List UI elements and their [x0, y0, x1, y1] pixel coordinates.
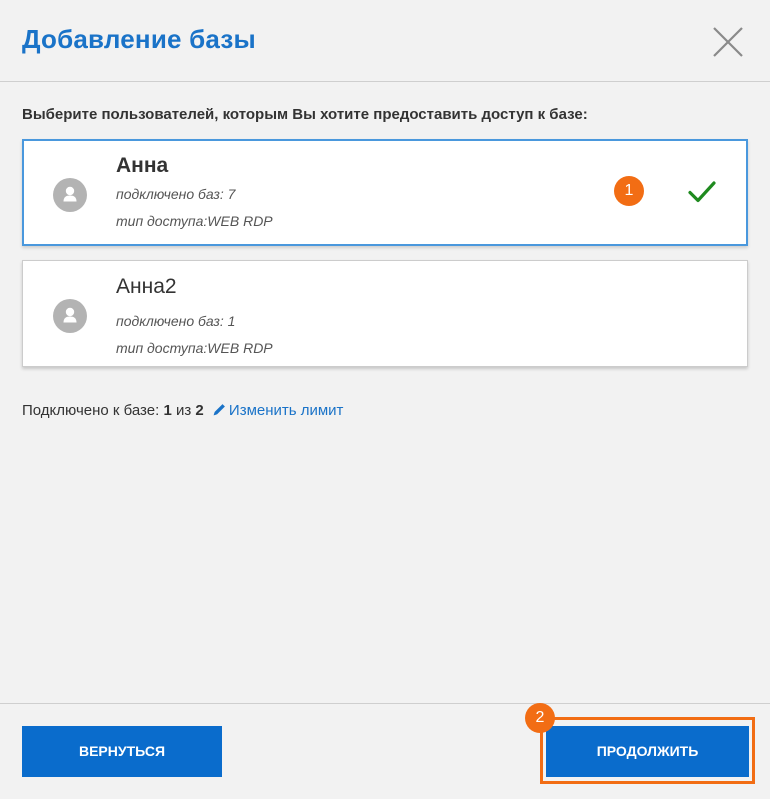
step-badge-1: 1: [614, 176, 644, 206]
check-icon: [688, 181, 716, 203]
back-button[interactable]: ВЕРНУТЬСЯ: [22, 726, 222, 777]
add-database-dialog: Добавление базы Выберите пользователей, …: [0, 0, 770, 799]
continue-button[interactable]: ПРОДОЛЖИТЬ: [546, 726, 749, 777]
user-name: Анна2: [116, 275, 177, 298]
status-separator: из: [171, 402, 196, 419]
user-name: Анна: [116, 154, 169, 177]
change-limit-link[interactable]: Изменить лимит: [229, 402, 344, 419]
pencil-icon[interactable]: [212, 402, 227, 417]
close-button[interactable]: [708, 22, 748, 62]
dialog-header: Добавление базы: [0, 0, 770, 82]
status-limit-count: 2: [195, 402, 204, 419]
dialog-title: Добавление базы: [22, 24, 256, 54]
user-access-type: тип доступа:WEB RDP: [116, 340, 273, 356]
user-icon: [53, 299, 87, 333]
instruction-text: Выберите пользователей, которым Вы хотит…: [22, 106, 588, 123]
user-icon: [53, 178, 87, 212]
close-icon: [713, 27, 743, 57]
connection-status: Подключено к базе: 1 из 2 Изменить лимит: [22, 402, 343, 419]
user-card-anna2[interactable]: Анна2 подключено баз: 1 тип доступа:WEB …: [22, 260, 748, 367]
user-access-type: тип доступа:WEB RDP: [116, 213, 273, 229]
user-bases-connected: подключено баз: 7: [116, 186, 236, 202]
status-prefix: Подключено к базе:: [22, 402, 164, 419]
step-badge-2: 2: [525, 703, 555, 733]
user-bases-connected: подключено баз: 1: [116, 313, 236, 329]
status-connected-count: 1: [163, 402, 172, 419]
